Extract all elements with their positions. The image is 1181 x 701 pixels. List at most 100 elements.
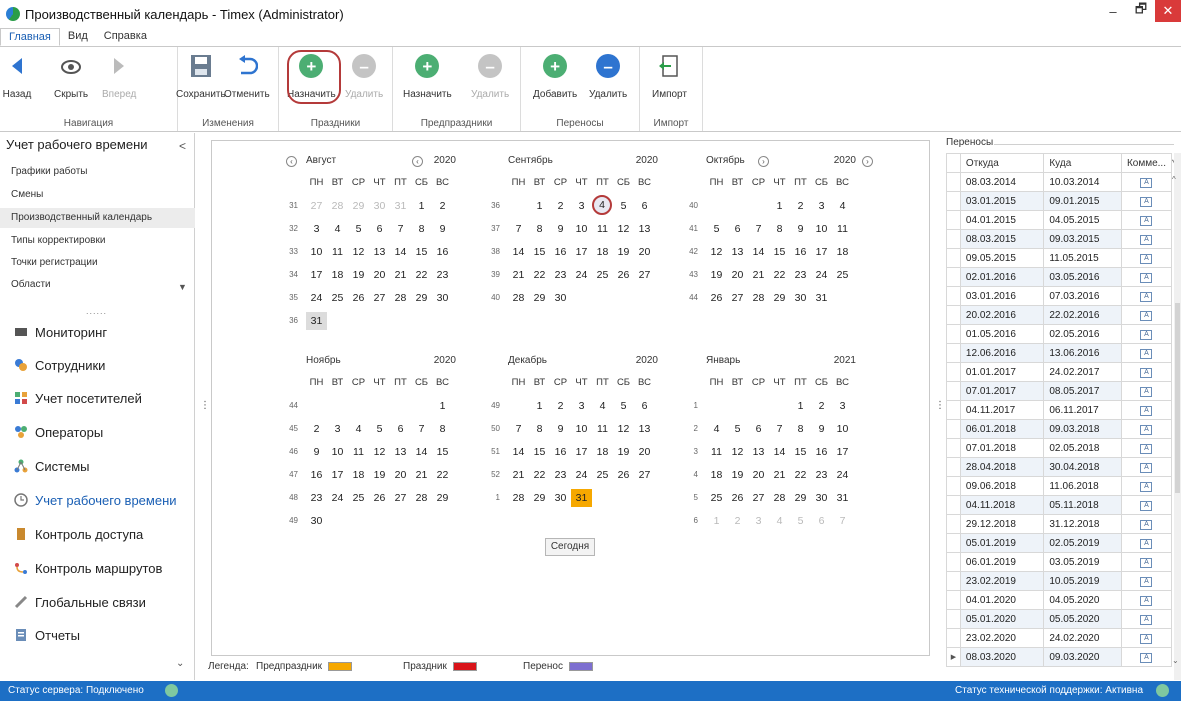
calendar-day[interactable]: 7 [390,220,411,238]
calendar-day[interactable]: 17 [571,443,592,461]
close-button[interactable]: ✕ [1155,0,1181,22]
comment-icon[interactable]: A [1140,558,1153,568]
calendar-day[interactable]: 25 [348,489,369,507]
calendar-day[interactable]: 29 [411,289,432,307]
column-header-to[interactable]: Куда [1043,153,1122,173]
calendar-day[interactable]: 19 [727,466,748,484]
comment-icon[interactable]: A [1140,634,1153,644]
calendar-day[interactable]: 13 [369,243,390,261]
cell-to[interactable]: 09.03.2018 [1043,419,1122,439]
prev-year-icon[interactable]: ‹ [412,156,423,167]
calendar-day[interactable]: 12 [348,243,369,261]
row-indicator[interactable] [946,419,961,439]
minimize-button[interactable]: – [1099,0,1127,22]
comment-icon[interactable]: A [1140,273,1153,283]
scrollbar-thumb[interactable] [1175,303,1180,493]
calendar-day[interactable]: 18 [592,443,613,461]
calendar-day[interactable]: 4 [592,397,613,415]
calendar-day[interactable]: 5 [727,420,748,438]
calendar-day[interactable]: 20 [748,466,769,484]
calendar-day[interactable]: 15 [529,243,550,261]
calendar-day[interactable]: 30 [550,489,571,507]
calendar-day[interactable]: 26 [727,489,748,507]
row-indicator[interactable] [946,210,961,230]
row-indicator[interactable] [946,191,961,211]
row-indicator[interactable] [946,438,961,458]
table-row[interactable]: 07.01.2018 02.05.2018 A [946,438,1173,458]
undo-button[interactable]: Отменить [224,51,270,100]
cell-to[interactable]: 04.05.2020 [1043,590,1122,610]
comment-icon[interactable]: A [1140,292,1153,302]
calendar-day[interactable]: 6 [811,512,832,530]
calendar-day[interactable]: 3 [811,197,832,215]
calendar-day[interactable]: 9 [550,420,571,438]
row-indicator[interactable] [946,381,961,401]
cell-from[interactable]: 23.02.2020 [959,628,1045,648]
table-row[interactable]: 03.01.2015 09.01.2015 A [946,191,1173,211]
calendar-day[interactable]: 26 [613,266,634,284]
scroll-up-icon[interactable]: ^ [1172,175,1176,184]
cell-to[interactable]: 10.05.2019 [1043,571,1122,591]
calendar-day[interactable]: 8 [769,220,790,238]
calendar-day[interactable]: 2 [550,197,571,215]
calendar-day[interactable]: 25 [592,466,613,484]
comment-icon[interactable]: A [1140,539,1153,549]
calendar-day[interactable]: 25 [706,489,727,507]
calendar-day[interactable]: 4 [592,195,612,215]
cell-comment[interactable]: A [1120,381,1173,401]
calendar-day[interactable]: 1 [790,397,811,415]
calendar-day[interactable]: 9 [811,420,832,438]
cell-comment[interactable]: A [1120,438,1173,458]
calendar-day[interactable]: 25 [592,266,613,284]
row-indicator[interactable] [946,590,961,610]
sidebar-subitem-correction-types[interactable]: Типы корректировки [11,231,195,251]
row-indicator[interactable] [946,400,961,420]
calendar-day[interactable]: 27 [727,289,748,307]
comment-icon[interactable]: A [1140,501,1153,511]
comment-icon[interactable]: A [1140,254,1153,264]
table-row[interactable]: 20.02.2016 22.02.2016 A [946,305,1173,325]
calendar-day[interactable]: 1 [432,397,453,415]
cell-from[interactable]: 08.03.2015 [959,229,1045,249]
calendar-day[interactable]: 11 [592,420,613,438]
cell-comment[interactable]: A [1120,172,1173,192]
calendar-day[interactable]: 6 [727,220,748,238]
cell-comment[interactable]: A [1120,476,1173,496]
calendar-day[interactable]: 12 [706,243,727,261]
table-row[interactable]: 12.06.2016 13.06.2016 A [946,343,1173,363]
nav-monitoring[interactable]: Мониторинг [14,321,107,343]
table-row[interactable]: 01.05.2016 02.05.2016 A [946,324,1173,344]
import-button[interactable]: Импорт [652,51,687,100]
cell-from[interactable]: 07.01.2018 [959,438,1045,458]
nav-employees[interactable]: Сотрудники [14,354,105,376]
calendar-day[interactable]: 4 [706,420,727,438]
cell-to[interactable]: 22.02.2016 [1043,305,1122,325]
tab-help[interactable]: Справка [96,28,155,46]
calendar-day[interactable]: 25 [832,266,853,284]
calendar-day[interactable]: 21 [508,266,529,284]
calendar-day[interactable]: 10 [571,420,592,438]
calendar-day[interactable]: 29 [790,489,811,507]
sidebar-collapse-icon[interactable]: < [179,139,186,153]
calendar-day[interactable]: 16 [550,443,571,461]
cell-from[interactable]: 09.05.2015 [959,248,1045,268]
calendar-day[interactable]: 29 [432,489,453,507]
calendar-day[interactable]: 26 [706,289,727,307]
calendar-day[interactable]: 8 [790,420,811,438]
calendar-day[interactable]: 20 [369,266,390,284]
calendar-day[interactable]: 7 [508,220,529,238]
table-row[interactable]: 08.03.2015 09.03.2015 A [946,229,1173,249]
cell-comment[interactable]: A [1120,590,1173,610]
cell-from[interactable]: 04.11.2018 [959,495,1045,515]
calendar-day[interactable]: 12 [727,443,748,461]
row-indicator[interactable] [946,324,961,344]
column-header-from[interactable]: Откуда [959,153,1045,173]
table-row[interactable]: 03.01.2016 07.03.2016 A [946,286,1173,306]
nav-time-tracking[interactable]: Учет рабочего времени [14,489,177,511]
cell-comment[interactable]: A [1120,324,1173,344]
calendar-day[interactable]: 14 [748,243,769,261]
row-indicator[interactable]: ▶ [946,647,961,667]
calendar-day[interactable]: 11 [348,443,369,461]
row-indicator[interactable] [946,457,961,477]
cell-to[interactable]: 09.01.2015 [1043,191,1122,211]
